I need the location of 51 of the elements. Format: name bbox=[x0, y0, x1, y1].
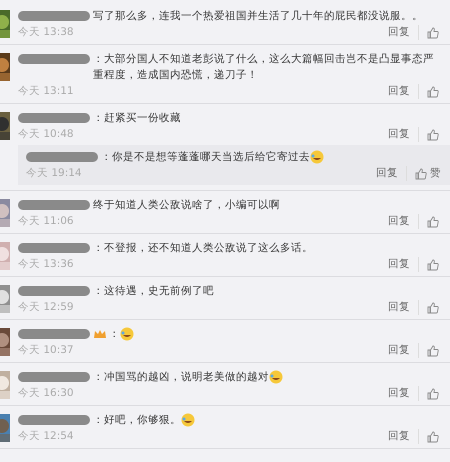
thumbs-up-icon[interactable] bbox=[415, 168, 427, 180]
thumbs-up-icon[interactable] bbox=[427, 128, 439, 140]
thumbs-up-icon[interactable] bbox=[427, 388, 439, 400]
redacted-name bbox=[18, 11, 90, 21]
comment-time: 今天 12:59 bbox=[18, 300, 75, 315]
comment-time: 今天 13:36 bbox=[18, 257, 75, 272]
comment-time: 今天 13:11 bbox=[18, 84, 75, 99]
reply-link[interactable]: 回复 bbox=[388, 214, 419, 229]
redacted-name bbox=[18, 113, 90, 123]
comment-text: ：不登报，还不知道人类公敌说了这么多话。 bbox=[93, 241, 313, 256]
reply-link[interactable]: 回复 bbox=[388, 429, 419, 444]
comment-text: ：冲国骂的越凶，说明老美做的越对 bbox=[93, 370, 269, 385]
comment-text: ：好吧，你够狠。 bbox=[93, 413, 181, 428]
thumbs-up-icon[interactable] bbox=[427, 344, 439, 356]
comment-text: ：大部分国人不知道老彭说了什么，这么大篇幅回击岂不是凸显事态严重程度，造成国内恐慌，递刀子！ bbox=[93, 52, 435, 83]
thumbs-up-icon[interactable] bbox=[427, 430, 439, 442]
comment-text: 终于知道人类公敌说啥了，小编可以啊 bbox=[93, 198, 280, 213]
reply-text: ：你是不是想等蓬蓬哪天当选后给它寄过去 bbox=[101, 150, 310, 165]
redacted-name bbox=[18, 243, 90, 253]
reply-link[interactable]: 回复 bbox=[376, 166, 407, 181]
redacted-name bbox=[18, 54, 90, 64]
reply-link[interactable]: 回复 bbox=[388, 84, 419, 99]
redacted-name bbox=[18, 372, 90, 382]
comment-text: 写了那么多，连我一个热爱祖国并生活了几十年的屁民都没说服。。 bbox=[93, 9, 423, 24]
like-label[interactable]: 赞 bbox=[430, 166, 441, 181]
reply-link[interactable]: 回复 bbox=[388, 343, 419, 358]
thumbs-up-icon[interactable] bbox=[427, 86, 439, 98]
thumbs-up-icon[interactable] bbox=[427, 258, 439, 270]
reply-link[interactable]: 回复 bbox=[388, 257, 419, 272]
comment-time: 今天 16:30 bbox=[18, 386, 75, 401]
comment-time: 今天 11:06 bbox=[18, 214, 75, 229]
redacted-name bbox=[18, 415, 90, 425]
comment-text: ：赶紧买一份收藏 bbox=[93, 111, 181, 126]
thumbs-up-icon[interactable] bbox=[427, 302, 439, 314]
comment-time: 今天 13:38 bbox=[18, 25, 75, 40]
comment-time: 今天 10:37 bbox=[18, 343, 75, 358]
comment-text: ： bbox=[109, 327, 120, 342]
reply-time: 今天 19:14 bbox=[26, 166, 83, 181]
reply-link[interactable]: 回复 bbox=[388, 300, 419, 315]
reply-link[interactable]: 回复 bbox=[388, 386, 419, 401]
comment-text: ：这待遇，史无前例了吧 bbox=[93, 284, 214, 299]
reply-link[interactable]: 回复 bbox=[388, 127, 419, 142]
redacted-name bbox=[26, 152, 98, 162]
thumbs-up-icon[interactable] bbox=[427, 26, 439, 38]
redacted-name bbox=[18, 200, 90, 210]
comment-time: 今天 12:54 bbox=[18, 429, 75, 444]
comment-time: 今天 10:48 bbox=[18, 127, 75, 142]
thumbs-up-icon[interactable] bbox=[427, 216, 439, 228]
reply-link[interactable]: 回复 bbox=[388, 25, 419, 40]
redacted-name bbox=[18, 329, 90, 339]
redacted-name bbox=[18, 286, 90, 296]
